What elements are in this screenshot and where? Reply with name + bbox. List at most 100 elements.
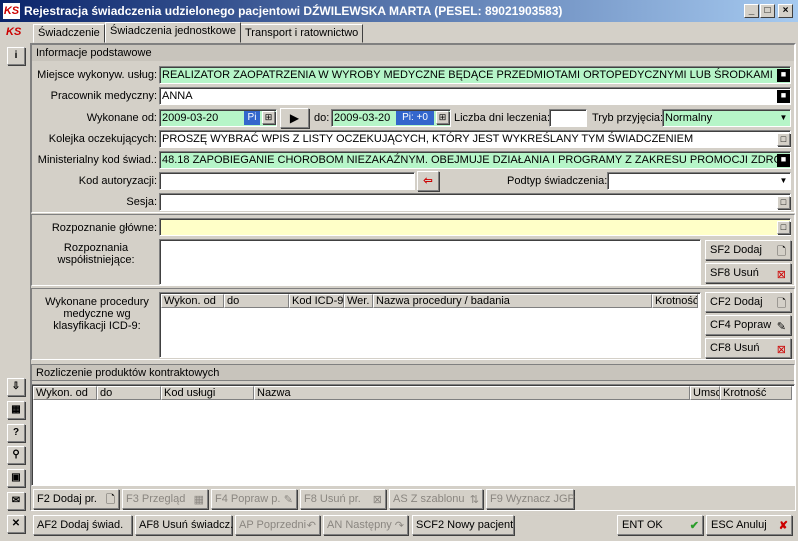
co-diagnosis-add-button[interactable]: SF2 Dodaj 🗋 <box>705 240 791 260</box>
worker-lookup-icon[interactable]: ■ <box>777 90 790 103</box>
page-icon: 🗋 <box>777 298 786 310</box>
session-field[interactable] <box>159 193 791 211</box>
done-from-calendar-icon[interactable]: ⊞ <box>262 111 275 124</box>
next-date-button[interactable]: ▶ <box>280 108 309 128</box>
settle-col-to[interactable]: do <box>97 386 161 400</box>
grid-icon: ▦ <box>193 494 204 506</box>
arrow-back-icon: ↶ <box>306 520 316 532</box>
ministry-field[interactable]: 48.18 ZAPOBIEGANIE CHOROBOM NIEZAKAŹNYM.… <box>159 151 791 169</box>
proc-col-from[interactable]: Wykon. od <box>161 294 224 308</box>
mode-select[interactable]: Normalny <box>662 109 791 127</box>
co-diagnosis-list[interactable] <box>159 239 701 285</box>
help-icon[interactable]: ? <box>7 424 25 442</box>
procedure-edit-button[interactable]: CF4 Popraw ✎ <box>705 315 791 335</box>
add-service-label: AF2 Dodaj świad. <box>37 519 124 531</box>
settle-col-from[interactable]: Wykon. od <box>33 386 97 400</box>
new-patient-button[interactable]: SCF2 Nowy pacjent <box>412 515 514 535</box>
proc-col-version[interactable]: Wer. <box>344 294 373 308</box>
checkmark-icon: ✔ <box>689 520 699 532</box>
to-calendar-icon[interactable]: ⊞ <box>436 111 449 124</box>
auth-import-icon[interactable]: ⇦ <box>417 171 439 191</box>
from-template-button[interactable]: AS Z szablonu ⇅ <box>389 489 483 509</box>
settlement-table[interactable]: Wykon. od do Kod usługi Nazwa Umsc Krotn… <box>31 384 795 486</box>
auth-label: Kod autoryzacji: <box>78 175 157 187</box>
procedure-remove-button[interactable]: CF8 Usuń ⊠ <box>705 338 791 358</box>
proc-col-name[interactable]: Nazwa procedury / badania <box>373 294 652 308</box>
worker-value: ANNA <box>162 90 193 102</box>
worker-label: Pracownik medyczny: <box>50 90 157 102</box>
proc-edit-label: CF4 Popraw <box>710 319 772 331</box>
done-from-label: Wykonane od: <box>86 112 157 124</box>
download-icon[interactable]: ⇩ <box>7 378 25 396</box>
card-icon[interactable]: ▣ <box>7 469 25 487</box>
mail-icon[interactable]: ✉ <box>7 492 25 510</box>
proc-col-count[interactable]: Krotność <box>652 294 698 308</box>
to-label: do: <box>314 112 330 124</box>
proc-col-icd9[interactable]: Kod ICD-9 <box>289 294 344 308</box>
delete-icon: ⊠ <box>776 344 786 356</box>
previous-label: AP Poprzedni <box>239 519 307 531</box>
settle-col-code[interactable]: Kod usługi <box>161 386 254 400</box>
search-icon[interactable]: ⚲ <box>7 446 25 464</box>
settle-col-umsc[interactable]: Umsc <box>690 386 720 400</box>
add-procedure-button[interactable]: F2 Dodaj pr. 🗋 <box>33 489 119 509</box>
place-lookup-icon[interactable]: ■ <box>777 69 790 82</box>
maximize-button[interactable]: □ <box>760 4 775 18</box>
queue-label: Kolejka oczekujących: <box>48 133 157 145</box>
review-button[interactable]: F3 Przegląd ▦ <box>122 489 208 509</box>
info-icon[interactable]: i <box>7 47 25 65</box>
edit-procedure-label: F4 Popraw p. <box>215 493 281 505</box>
session-lookup-icon[interactable]: □ <box>777 196 790 209</box>
next-label: AN Następny <box>327 519 392 531</box>
arrow-forward-icon: ↷ <box>394 520 404 532</box>
next-button[interactable]: AN Następny ↷ <box>323 515 408 535</box>
procedure-add-button[interactable]: CF2 Dodaj 🗋 <box>705 292 791 312</box>
worker-field[interactable]: ANNA <box>159 87 791 105</box>
tab-swiadczenie[interactable]: Świadczenie <box>33 24 105 43</box>
delete-service-button[interactable]: AF8 Usuń świadcz. <box>135 515 233 535</box>
determine-jgp-button[interactable]: F9 Wyznacz JGP <box>486 489 575 509</box>
subtype-label: Podtyp świadczenia: <box>507 175 608 187</box>
subtype-select[interactable] <box>607 172 791 190</box>
to-day-badge: Pi: +0 <box>396 111 434 125</box>
co-diagnosis-remove-button[interactable]: SF8 Usuń ⊠ <box>705 263 791 283</box>
mode-label: Tryb przyjęcia: <box>592 112 664 124</box>
calculator-icon[interactable]: ▦ <box>7 401 25 419</box>
subtype-chevron-down-icon[interactable]: ▼ <box>777 175 790 188</box>
place-field[interactable]: REALIZATOR ZAOPATRZENIA W WYROBY MEDYCZN… <box>159 66 791 84</box>
settlement-header: Rozliczenie produktów kontraktowych <box>32 365 794 381</box>
tab-swiadczenia-jednostkowe[interactable]: Świadczenia jednostkowe <box>105 22 241 43</box>
minimize-button[interactable]: _ <box>744 4 759 18</box>
exit-icon[interactable]: ✕ <box>7 515 25 533</box>
proc-remove-label: CF8 Usuń <box>710 342 760 354</box>
delete-procedure-label: F8 Usuń pr. <box>304 493 361 505</box>
settle-col-name[interactable]: Nazwa <box>254 386 690 400</box>
previous-button[interactable]: AP Poprzedni ↶ <box>235 515 320 535</box>
tab-transport[interactable]: Transport i ratownictwo <box>240 24 364 43</box>
ministry-value: 48.18 ZAPOBIEGANIE CHOROBOM NIEZAKAŹNYM.… <box>162 154 783 166</box>
procedures-table[interactable]: Wykon. od do Kod ICD-9 Wer. Nazwa proced… <box>159 292 701 358</box>
edit-procedure-button[interactable]: F4 Popraw p. ✎ <box>211 489 297 509</box>
ministry-label: Ministerialny kod świad.: <box>37 154 157 166</box>
delete-procedure-button[interactable]: F8 Usuń pr. ⊠ <box>300 489 386 509</box>
co-add-label: SF2 Dodaj <box>710 244 762 256</box>
main-diagnosis-field[interactable] <box>159 218 791 236</box>
co-diagnosis-label: Rozpoznania współistniejące: <box>57 242 135 266</box>
proc-col-to[interactable]: do <box>224 294 289 308</box>
auth-field[interactable] <box>159 172 415 190</box>
cancel-button[interactable]: ESC Anuluj ✘ <box>706 515 792 535</box>
place-value: REALIZATOR ZAOPATRZENIA W WYROBY MEDYCZN… <box>162 69 773 81</box>
window-title: Rejestracja świadczenia udzielonego pacj… <box>24 4 563 18</box>
ministry-lookup-icon[interactable]: ■ <box>777 154 790 167</box>
ok-button[interactable]: ENT OK ✔ <box>617 515 703 535</box>
close-window-button[interactable]: × <box>778 4 793 18</box>
mode-chevron-down-icon[interactable]: ▼ <box>777 112 790 125</box>
queue-field[interactable]: PROSZĘ WYBRAĆ WPIS Z LISTY OCZEKUJĄCYCH,… <box>159 130 791 148</box>
days-field[interactable] <box>549 109 587 127</box>
main-diagnosis-lookup-icon[interactable]: □ <box>777 221 790 234</box>
add-service-button[interactable]: AF2 Dodaj świad. <box>33 515 132 535</box>
queue-lookup-icon[interactable]: □ <box>777 133 790 146</box>
delete-icon: ⊠ <box>776 269 786 281</box>
settle-col-count[interactable]: Krotność <box>720 386 792 400</box>
days-label: Liczba dni leczenia: <box>454 112 551 124</box>
